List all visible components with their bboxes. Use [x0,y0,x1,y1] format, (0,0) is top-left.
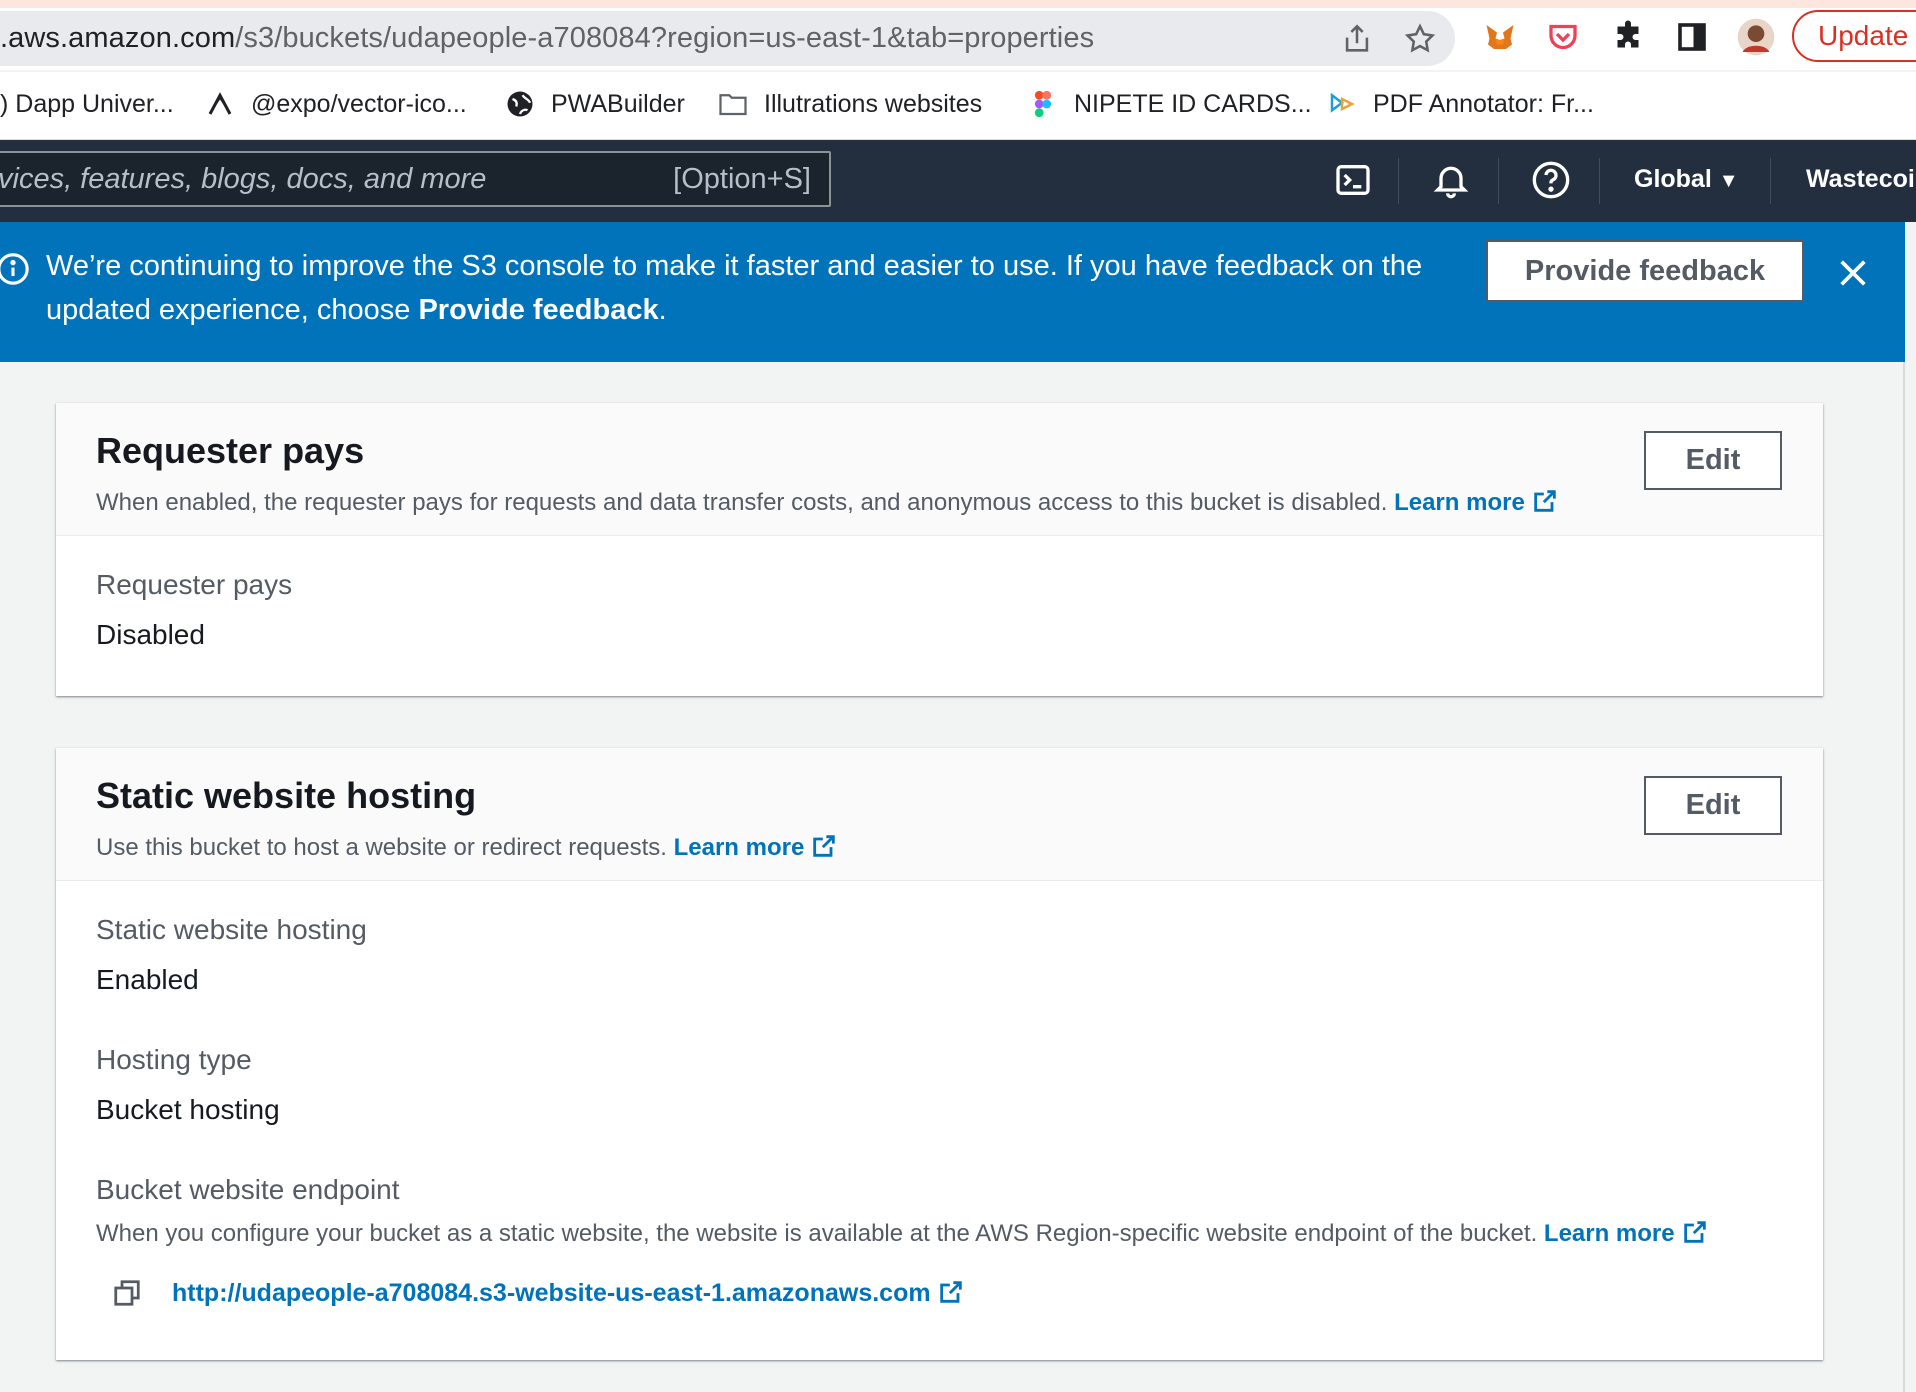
profile-avatar[interactable] [1736,17,1776,57]
static-hosting-value: Enabled [96,964,199,995]
static-website-hosting-panel: Static website hosting Use this bucket t… [56,748,1823,1360]
region-selector[interactable]: Global ▼ [1634,165,1739,194]
bookmark-dapp-university[interactable]: ) Dapp Univer... [0,86,174,122]
endpoint-row: http://udapeople-a708084.s3-website-us-e… [112,1278,965,1308]
bucket-endpoint-link[interactable]: http://udapeople-a708084.s3-website-us-e… [172,1278,965,1308]
update-button[interactable]: Update [1792,10,1916,62]
extensions-puzzle-icon[interactable] [1610,19,1646,55]
aws-top-navigation: vices, features, blogs, docs, and more [… [0,140,1916,222]
help-icon[interactable] [1531,160,1571,200]
requester-pays-panel: Requester pays When enabled, the request… [56,403,1823,696]
panel-description: Use this bucket to host a website or red… [96,832,838,862]
folder-icon [719,94,747,116]
notifications-bell-icon[interactable] [1431,160,1471,200]
learn-more-link[interactable]: Learn more [1394,489,1559,516]
flash-message: We’re continuing to improve the S3 conso… [46,250,1423,326]
caret-down-icon: ▼ [1718,170,1739,192]
nav-divider [1398,158,1399,204]
bookmark-label: NIPETE ID CARDS... [1074,89,1312,118]
hosting-type-label: Hosting type [96,1044,252,1075]
requester-pays-value: Disabled [96,619,205,650]
bookmark-illustrations-folder[interactable]: Illutrations websites [718,86,982,122]
search-shortcut-hint: [Option+S] [673,163,811,195]
address-bar[interactable]: .aws.amazon.com/s3/buckets/udapeople-a70… [0,11,1455,66]
external-link-icon [939,1281,962,1303]
endpoint-description: When you configure your bucket as a stat… [96,1218,1709,1248]
copy-icon[interactable] [112,1278,142,1308]
metamask-fox-icon[interactable] [1482,19,1518,55]
close-icon[interactable] [1836,256,1870,290]
panel-title: Requester pays [96,430,365,471]
external-link-icon [1683,1221,1706,1243]
learn-more-link[interactable]: Learn more [1544,1220,1709,1247]
edit-button[interactable]: Edit [1644,431,1782,490]
account-menu[interactable]: Wastecoin [1806,165,1916,194]
panel-title: Static website hosting [96,775,477,816]
learn-more-link[interactable]: Learn more [674,834,839,861]
bookmark-label: @expo/vector-ico... [251,89,467,118]
share-icon[interactable] [1340,22,1374,56]
external-link-icon [813,835,836,857]
expo-icon [208,92,232,115]
cloudshell-icon[interactable] [1333,160,1373,200]
panel-description: When enabled, the requester pays for req… [96,487,1559,517]
bookmark-label: PDF Annotator: Fr... [1373,89,1594,118]
endpoint-label: Bucket website endpoint [96,1174,400,1205]
browser-top-strip [0,0,1916,8]
edit-button[interactable]: Edit [1644,776,1782,835]
bookmark-star-icon[interactable] [1403,22,1437,56]
nav-divider [1498,158,1499,204]
nav-divider [1599,158,1600,204]
hosting-type-value: Bucket hosting [96,1094,280,1125]
bookmark-expo-vector-icons[interactable]: @expo/vector-ico... [205,86,467,122]
pdf-annotator-icon [1330,92,1355,113]
content-right-edge [1903,362,1905,1392]
external-link-icon [1534,490,1556,512]
info-icon [0,253,29,285]
panel-header: Static website hosting Use this bucket t… [56,748,1823,881]
nav-divider [1770,158,1771,204]
bookmark-pwabuilder[interactable]: PWABuilder [505,86,685,122]
url-text[interactable]: .aws.amazon.com/s3/buckets/udapeople-a70… [0,22,1094,55]
bookmark-label: Illutrations websites [764,89,983,118]
bookmark-label: ) Dapp Univer... [0,89,174,118]
browser-toolbar: .aws.amazon.com/s3/buckets/udapeople-a70… [0,8,1916,70]
bookmark-label: PWABuilder [551,89,685,118]
side-panel-icon[interactable] [1674,19,1710,55]
provide-feedback-button[interactable]: Provide feedback [1486,240,1804,302]
pocket-icon[interactable] [1545,19,1581,55]
search-placeholder: vices, features, blogs, docs, and more [0,163,487,195]
panel-header: Requester pays When enabled, the request… [56,403,1823,536]
info-flash-banner: We’re continuing to improve the S3 conso… [0,222,1905,362]
bookmark-pdf-annotator[interactable]: PDF Annotator: Fr... [1327,86,1594,122]
bookmark-nipete-id-cards[interactable]: NIPETE ID CARDS... [1028,86,1312,122]
bookmarks-bar: ) Dapp Univer... @expo/vector-ico... PWA… [0,72,1916,140]
figma-icon [1034,90,1052,118]
requester-pays-label: Requester pays [96,569,293,600]
search-input[interactable]: vices, features, blogs, docs, and more [… [0,151,831,207]
globe-icon [507,91,533,117]
static-hosting-label: Static website hosting [96,914,367,945]
